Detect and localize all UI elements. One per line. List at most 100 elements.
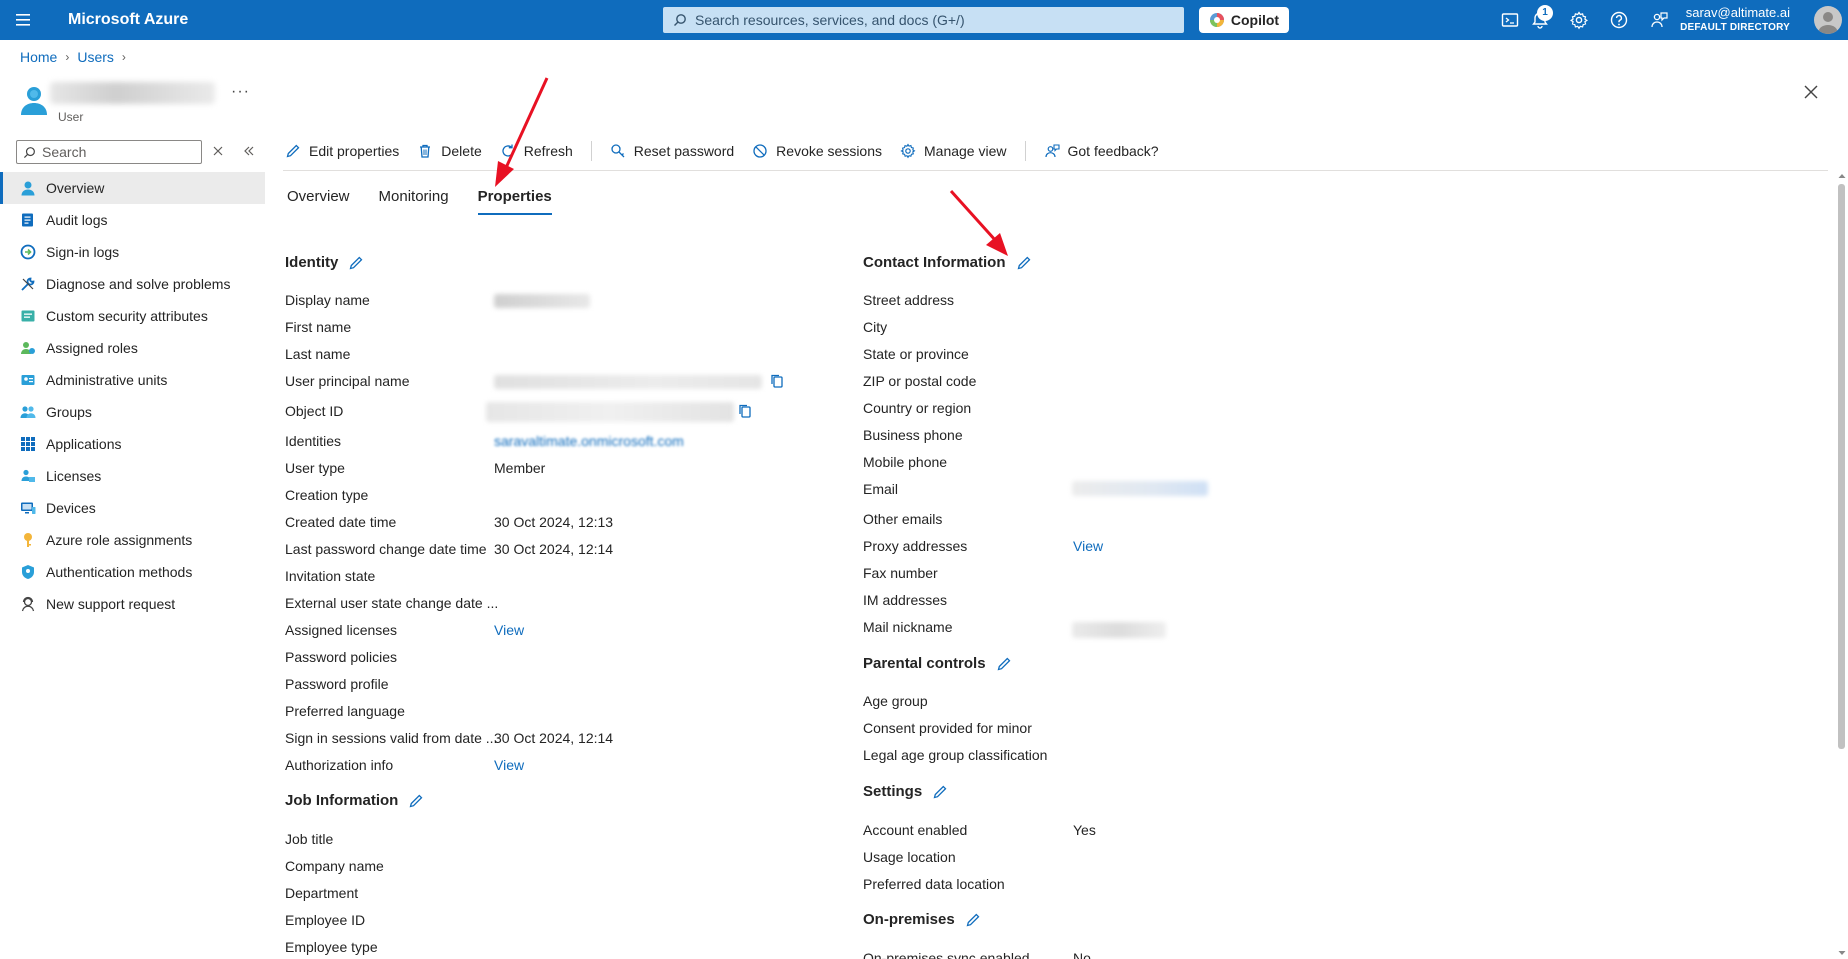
- sidebar-item-administrative-units[interactable]: Administrative units: [0, 364, 265, 396]
- contact-label-country: Country or region: [863, 400, 972, 416]
- global-search-input[interactable]: Search resources, services, and docs (G+…: [663, 7, 1184, 33]
- contact-label-mail-nickname: Mail nickname: [863, 619, 953, 635]
- sidebar-item-label: Groups: [46, 404, 92, 420]
- identity-label-display-name: Display name: [285, 292, 370, 308]
- job-label-employee-type: Employee type: [285, 939, 378, 955]
- search-icon: [23, 146, 36, 159]
- clear-search-icon[interactable]: [211, 144, 225, 158]
- tab-bar: Overview Monitoring Properties: [287, 188, 581, 215]
- user-avatar-icon: [20, 85, 48, 117]
- identity-label-preferred-language: Preferred language: [285, 703, 405, 719]
- sidebar-item-overview[interactable]: Overview: [0, 172, 265, 204]
- key-search-icon: [610, 143, 626, 159]
- sidebar-item-devices[interactable]: Devices: [0, 492, 265, 524]
- edit-settings-pencil-icon[interactable]: [932, 784, 948, 800]
- mail-nickname-redacted: [1072, 622, 1166, 638]
- sidebar-item-groups[interactable]: Groups: [0, 396, 265, 428]
- copy-upn-icon[interactable]: [769, 373, 785, 389]
- trash-icon: [417, 143, 433, 159]
- edit-identity-pencil-icon[interactable]: [348, 255, 364, 271]
- scroll-up-arrow-icon[interactable]: [1837, 172, 1847, 180]
- sidebar-item-assigned-roles[interactable]: Assigned roles: [0, 332, 265, 364]
- refresh-label: Refresh: [523, 143, 573, 159]
- job-label-employee-id: Employee ID: [285, 912, 366, 928]
- sidebar-item-new-support-request[interactable]: New support request: [0, 588, 265, 620]
- identity-label-first-name: First name: [285, 319, 352, 335]
- reset-password-button[interactable]: Reset password: [610, 143, 734, 159]
- tab-properties[interactable]: Properties: [477, 188, 552, 215]
- sidebar-item-label: Authentication methods: [46, 564, 193, 580]
- collapse-sidebar-icon[interactable]: [242, 144, 256, 158]
- sidebar-item-applications[interactable]: Applications: [0, 428, 265, 460]
- settings-section-title: Settings: [863, 783, 948, 800]
- brand-title[interactable]: Microsoft Azure: [68, 11, 188, 29]
- identity-label-last-name: Last name: [285, 346, 351, 362]
- breadcrumb-home-link[interactable]: Home: [20, 49, 57, 65]
- account-email: sarav@altimate.ai: [1685, 5, 1790, 20]
- identity-label-created: Created date time: [285, 514, 397, 530]
- identity-label-password-profile: Password profile: [285, 676, 389, 692]
- feedback-person-icon[interactable]: [1649, 10, 1669, 30]
- top-bar: Microsoft Azure Search resources, servic…: [0, 0, 1848, 40]
- identity-label-password-policies: Password policies: [285, 649, 398, 665]
- more-options-ellipsis-icon[interactable]: ···: [231, 83, 250, 101]
- user-icon: [20, 180, 36, 196]
- sidebar-item-label: Overview: [46, 180, 105, 196]
- scrollbar-thumb[interactable]: [1838, 184, 1845, 749]
- sidebar-item-label: Custom security attributes: [46, 308, 208, 324]
- account-info[interactable]: sarav@altimate.ai DEFAULT DIRECTORY: [1680, 5, 1790, 33]
- authorization-info-view-link[interactable]: View: [494, 757, 524, 773]
- identity-label-assigned-licenses: Assigned licenses: [285, 622, 398, 638]
- copilot-button[interactable]: Copilot: [1199, 7, 1289, 33]
- feedback-button[interactable]: Got feedback?: [1044, 143, 1159, 159]
- help-question-icon[interactable]: [1609, 10, 1629, 30]
- identity-label-user-type: User type: [285, 460, 345, 476]
- avatar[interactable]: [1814, 6, 1842, 34]
- scroll-down-arrow-icon[interactable]: [1837, 949, 1847, 957]
- revoke-sessions-button[interactable]: Revoke sessions: [752, 143, 882, 159]
- breadcrumb-users-link[interactable]: Users: [77, 49, 114, 65]
- sidebar-item-azure-role-assignments[interactable]: Azure role assignments: [0, 524, 265, 556]
- identity-label-creation-type: Creation type: [285, 487, 369, 503]
- sidebar-item-audit-logs[interactable]: Audit logs: [0, 204, 265, 236]
- user-display-name-redacted: [50, 82, 215, 104]
- assigned-licenses-view-link[interactable]: View: [494, 622, 524, 638]
- hamburger-menu-icon[interactable]: [14, 11, 34, 29]
- contact-label-state: State or province: [863, 346, 969, 362]
- identity-label-object-id: Object ID: [285, 403, 344, 419]
- sidebar-item-custom-security-attributes[interactable]: Custom security attributes: [0, 300, 265, 332]
- sidebar-search-input[interactable]: Search: [16, 140, 202, 164]
- tab-overview[interactable]: Overview: [287, 188, 350, 215]
- identity-title: Identity: [285, 254, 339, 271]
- security-attributes-icon: [20, 308, 36, 324]
- assigned-roles-icon: [20, 340, 36, 356]
- notification-count-badge: 1: [1537, 5, 1553, 21]
- vertical-scrollbar[interactable]: [1836, 172, 1846, 959]
- cloud-shell-icon[interactable]: [1500, 10, 1520, 30]
- edit-job-pencil-icon[interactable]: [408, 793, 424, 809]
- edit-properties-button[interactable]: Edit properties: [285, 143, 399, 159]
- refresh-icon: [500, 143, 516, 159]
- user-type-value: Member: [494, 460, 546, 476]
- gear-icon[interactable]: [1569, 10, 1589, 30]
- identity-label-invitation-state: Invitation state: [285, 568, 376, 584]
- sidebar-item-authentication-methods[interactable]: Authentication methods: [0, 556, 265, 588]
- manage-view-label: Manage view: [924, 143, 1007, 159]
- edit-contact-pencil-icon[interactable]: [1016, 255, 1032, 271]
- delete-button[interactable]: Delete: [417, 143, 482, 159]
- tab-monitoring[interactable]: Monitoring: [379, 188, 449, 215]
- admin-units-icon: [20, 372, 36, 388]
- sidebar-item-diagnose[interactable]: Diagnose and solve problems: [0, 268, 265, 300]
- identities-value-link[interactable]: saravaltimate.onmicrosoft.com: [494, 433, 684, 449]
- audit-log-icon: [20, 212, 36, 228]
- proxy-addresses-view-link[interactable]: View: [1073, 538, 1103, 554]
- sidebar-item-sign-in-logs[interactable]: Sign-in logs: [0, 236, 265, 268]
- annotation-arrow-to-properties-icon: [495, 77, 549, 187]
- refresh-button[interactable]: Refresh: [500, 143, 573, 159]
- manage-view-button[interactable]: Manage view: [900, 143, 1007, 159]
- close-icon[interactable]: [1803, 84, 1819, 100]
- sidebar-item-licenses[interactable]: Licenses: [0, 460, 265, 492]
- copy-object-id-icon[interactable]: [737, 403, 753, 419]
- edit-onprem-pencil-icon[interactable]: [965, 912, 981, 928]
- edit-parental-pencil-icon[interactable]: [996, 656, 1012, 672]
